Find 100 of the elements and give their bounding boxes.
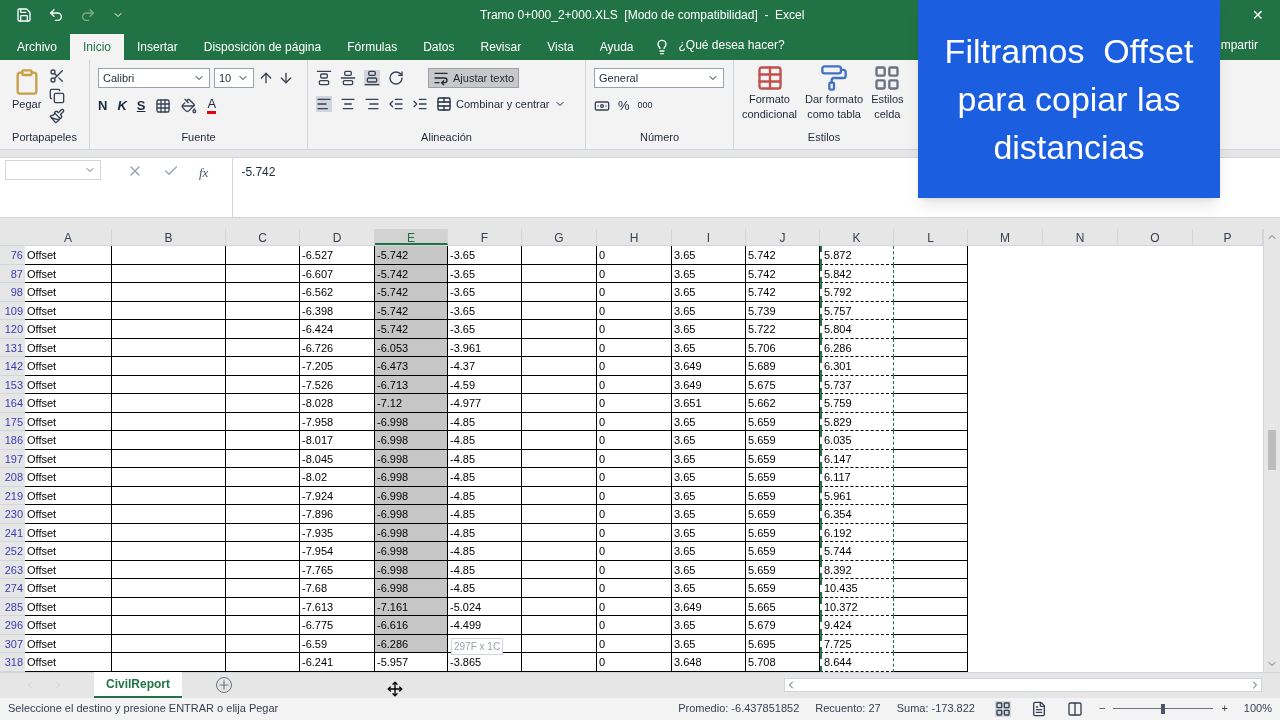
ribbon-tab[interactable]: Inicio: [70, 34, 125, 60]
vertical-scrollbar[interactable]: [1263, 229, 1280, 672]
zoom-slider[interactable]: [1113, 703, 1214, 714]
row-header[interactable]: 120: [0, 320, 25, 339]
table-cell: 5.659: [746, 468, 820, 487]
row-header[interactable]: 252: [0, 542, 25, 561]
orientation-icon[interactable]: [388, 70, 404, 86]
normal-view-icon[interactable]: [995, 700, 1011, 717]
table-cell: 3.65: [672, 486, 746, 505]
column-header[interactable]: L: [894, 229, 968, 245]
column-header[interactable]: F: [448, 229, 522, 245]
align-middle-icon[interactable]: [340, 70, 356, 86]
increase-font-icon[interactable]: [258, 70, 274, 86]
column-header[interactable]: K: [820, 229, 894, 245]
font-color-button[interactable]: A: [207, 97, 217, 115]
row-header[interactable]: 164: [0, 394, 25, 413]
column-header[interactable]: M: [968, 229, 1043, 245]
column-header[interactable]: O: [1118, 229, 1193, 245]
borders-icon[interactable]: [155, 97, 172, 114]
row-header[interactable]: 186: [0, 431, 25, 450]
decrease-font-icon[interactable]: [278, 70, 294, 86]
ribbon-tab[interactable]: Datos: [410, 34, 468, 60]
row-header[interactable]: 296: [0, 616, 25, 635]
column-header[interactable]: N: [1043, 229, 1118, 245]
sum-readout: Suma: -173.822: [896, 701, 975, 717]
copy-icon[interactable]: [49, 88, 66, 104]
column-header[interactable]: A: [25, 229, 112, 245]
number-format-dropdown[interactable]: General: [594, 68, 724, 88]
align-left-icon[interactable]: [316, 96, 332, 113]
zoom-in-button[interactable]: +: [1221, 700, 1228, 717]
column-header[interactable]: E: [375, 229, 448, 245]
table-cell: -6.616: [375, 616, 448, 635]
percent-button[interactable]: %: [618, 96, 630, 116]
zoom-thumb[interactable]: [1161, 703, 1166, 714]
cell-styles-button[interactable]: Estilos celda: [871, 64, 904, 122]
save-icon[interactable]: [16, 7, 32, 23]
scroll-thumb[interactable]: [1268, 430, 1276, 471]
ribbon-tab[interactable]: Revisar: [467, 34, 535, 60]
insert-function-button[interactable]: fx: [199, 163, 209, 183]
table-cell: 10.435: [820, 579, 894, 598]
row-header[interactable]: 142: [0, 357, 25, 376]
table-cell: 5.792: [820, 283, 894, 302]
ribbon-tab[interactable]: Archivo: [4, 34, 70, 60]
column-header[interactable]: I: [672, 229, 746, 245]
paste-button[interactable]: Pegar: [12, 68, 42, 113]
row-header[interactable]: 76: [0, 246, 25, 265]
column-header[interactable]: H: [597, 229, 672, 245]
align-bottom-icon[interactable]: [364, 70, 380, 86]
wrap-text-button[interactable]: Ajustar texto: [428, 68, 520, 88]
align-top-icon[interactable]: [316, 70, 332, 86]
table-cell: 3.65: [672, 542, 746, 561]
zoom-out-button[interactable]: −: [1099, 700, 1106, 717]
column-header[interactable]: J: [746, 229, 820, 245]
paintbrush-icon[interactable]: [49, 108, 66, 124]
ribbon-tab[interactable]: Fórmulas: [334, 34, 411, 60]
ribbon-tab[interactable]: Vista: [534, 34, 587, 60]
page-layout-icon[interactable]: [1031, 700, 1047, 717]
cut-icon[interactable]: [49, 68, 66, 84]
count-readout: Recuento: 27: [815, 701, 881, 717]
column-header[interactable]: B: [112, 229, 226, 245]
table-cell: 3.65: [672, 338, 746, 357]
row-header[interactable]: 230: [0, 505, 25, 524]
thousands-button[interactable]: 000: [637, 99, 653, 113]
font-size-dropdown[interactable]: 10: [214, 68, 254, 88]
merge-center-button[interactable]: Combinar y centrar: [436, 96, 566, 113]
table-cell: 5.659: [746, 542, 820, 561]
zoom-level[interactable]: 100%: [1243, 700, 1272, 717]
table-cell: -3.65: [448, 246, 522, 265]
add-sheet-icon[interactable]: [216, 677, 232, 693]
table-cell: Offset: [25, 542, 112, 561]
table-cell: 3.65: [672, 560, 746, 579]
table-cell: -6.241: [300, 653, 375, 672]
table-cell: 0: [597, 505, 672, 524]
share-button[interactable]: mpartir: [1220, 36, 1258, 54]
ribbon-tab[interactable]: Disposición de página: [190, 34, 335, 60]
row-header[interactable]: 98: [0, 283, 25, 302]
row-header[interactable]: 274: [0, 579, 25, 598]
font-dropdown[interactable]: Calibri: [98, 68, 210, 88]
ribbon-tab[interactable]: Ayuda: [586, 34, 647, 60]
underline-button[interactable]: S: [136, 96, 146, 116]
close-button[interactable]: ✕: [1252, 4, 1264, 26]
bold-button[interactable]: N: [98, 96, 108, 116]
sheet-tab[interactable]: CivilReport: [94, 672, 182, 698]
row-header[interactable]: 208: [0, 468, 25, 487]
table-cell: 5.665: [746, 597, 820, 616]
table-cell: Offset: [25, 523, 112, 542]
column-header[interactable]: C: [226, 229, 300, 245]
tell-me-field[interactable]: ¿Qué desea hacer?: [678, 36, 785, 54]
table-cell: Offset: [25, 394, 112, 413]
row-header[interactable]: 318: [0, 653, 25, 672]
fill-color-icon[interactable]: [181, 97, 198, 114]
italic-button[interactable]: K: [117, 96, 127, 116]
table-cell: 5.804: [820, 320, 894, 339]
undo-icon[interactable]: [48, 7, 64, 23]
table-cell: 5.722: [746, 320, 820, 339]
page-break-icon[interactable]: [1067, 700, 1083, 717]
conditional-format-button[interactable]: Formato condicional: [742, 64, 798, 122]
column-header[interactable]: G: [522, 229, 597, 245]
ribbon-tab[interactable]: Insertar: [124, 34, 191, 60]
format-table-button[interactable]: Dar formato como tabla: [805, 64, 864, 122]
